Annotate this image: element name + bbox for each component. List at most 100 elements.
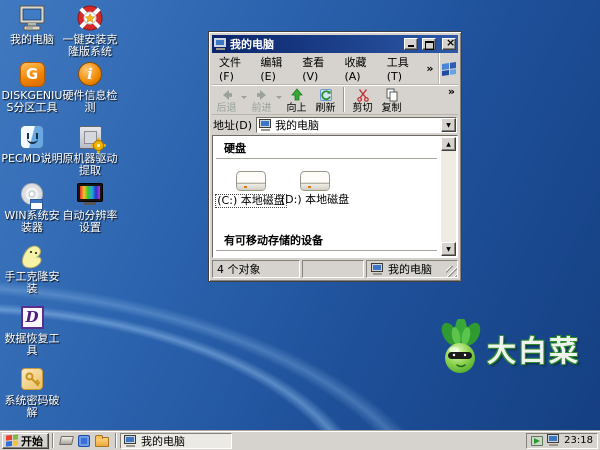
address-computer-icon bbox=[259, 119, 272, 131]
drive-label: (C:) 本地磁盘 bbox=[215, 194, 286, 208]
taskbar-clock: 23:18 bbox=[564, 435, 593, 446]
desktop-icon-label: WIN系统安装器 bbox=[0, 210, 64, 234]
refresh-icon bbox=[318, 87, 334, 103]
address-value: 我的电脑 bbox=[275, 117, 319, 133]
key-icon bbox=[21, 365, 43, 393]
menu-overflow-chevron[interactable]: » bbox=[421, 62, 438, 75]
back-arrow-icon bbox=[219, 87, 235, 103]
lifebuoy-icon bbox=[77, 4, 103, 32]
maximize-button[interactable] bbox=[422, 38, 436, 50]
desktop-background: 我的电脑 一键安装克隆版系统 DISKGENIUS分区工具 硬件信息检测 PEC… bbox=[0, 0, 600, 430]
desktop-icon-auto-resolution[interactable]: 自动分辨率设置 bbox=[58, 180, 122, 234]
menu-view[interactable]: 查看(V) bbox=[295, 53, 337, 84]
status-bar: 4 个对象 我的电脑 bbox=[212, 258, 458, 278]
desktop-icon-password-crack[interactable]: 系统密码破解 bbox=[0, 365, 64, 419]
diskgenius-icon bbox=[20, 60, 45, 88]
desktop-icon-onekey-install[interactable]: 一键安装克隆版系统 bbox=[58, 4, 122, 58]
ghost-icon bbox=[20, 241, 44, 269]
desktop-icon-pecmd-help[interactable]: PECMD说明 bbox=[0, 123, 64, 165]
group-header-removable: 有可移动存储的设备 bbox=[216, 228, 437, 251]
status-object-count: 4 个对象 bbox=[212, 260, 300, 278]
address-label: 地址(D) bbox=[213, 117, 252, 133]
cabbage-mascot-icon bbox=[438, 319, 484, 378]
start-button[interactable]: 开始 bbox=[2, 433, 49, 449]
taskbar-separator bbox=[52, 433, 54, 448]
menu-tools[interactable]: 工具(T) bbox=[380, 53, 422, 84]
address-combobox[interactable]: 我的电脑 bbox=[256, 117, 457, 133]
status-computer-icon bbox=[371, 263, 384, 275]
minimize-button[interactable] bbox=[404, 38, 418, 50]
desktop-icon-driver-extract[interactable]: 原机器驱动提取 bbox=[58, 123, 122, 177]
copy-button[interactable]: 复制 bbox=[377, 87, 406, 114]
hard-disk-row: (C:) 本地磁盘 (D:) 本地磁盘 bbox=[219, 171, 440, 208]
desktop-icon-label: DISKGENIUS分区工具 bbox=[0, 90, 64, 114]
toolbar-overflow-chevron[interactable]: » bbox=[448, 85, 455, 98]
task-label: 我的电脑 bbox=[141, 433, 185, 449]
address-dropdown-button[interactable] bbox=[441, 118, 456, 132]
forward-button[interactable]: 前进 bbox=[247, 87, 276, 114]
task-button-my-computer[interactable]: 我的电脑 bbox=[120, 433, 232, 449]
group-header-hard-disks: 硬盘 bbox=[216, 136, 437, 159]
start-flag-icon bbox=[6, 434, 18, 446]
cut-button[interactable]: 剪切 bbox=[348, 87, 377, 114]
tray-display-icon[interactable] bbox=[547, 434, 560, 446]
refresh-button[interactable]: 刷新 bbox=[311, 87, 340, 114]
start-label: 开始 bbox=[21, 433, 43, 449]
quick-launch-folder-icon[interactable] bbox=[95, 437, 109, 447]
resize-grip[interactable] bbox=[446, 266, 457, 277]
back-button[interactable]: 后退 bbox=[212, 87, 241, 114]
folder-content-view: 硬盘 (C:) 本地磁盘 (D:) 本地磁盘 有可移动存储的设备 (E:) CD… bbox=[212, 135, 458, 258]
desktop-icon-label: 一键安装克隆版系统 bbox=[58, 34, 122, 58]
drive-item-c[interactable]: (C:) 本地磁盘 bbox=[219, 171, 283, 208]
close-button[interactable] bbox=[442, 38, 456, 50]
cd-window-icon bbox=[21, 180, 43, 208]
quick-launch-app-icon[interactable] bbox=[78, 435, 90, 447]
dabaicai-brand-logo: 大白菜 bbox=[438, 319, 580, 378]
menu-bar: 文件(F) 编辑(E) 查看(V) 收藏(A) 工具(T) » bbox=[212, 53, 458, 85]
hard-drive-icon bbox=[300, 171, 330, 191]
info-icon bbox=[78, 60, 102, 88]
address-bar: 地址(D) 我的电脑 bbox=[212, 115, 458, 135]
quick-launch-bar bbox=[57, 435, 112, 447]
up-arrow-icon bbox=[289, 87, 305, 103]
drive-label: (D:) 本地磁盘 bbox=[281, 194, 349, 206]
status-middle-panel bbox=[302, 260, 364, 278]
toolbar: 后退 前进 向上 刷新 剪切 复制 bbox=[212, 85, 458, 115]
menu-favorites[interactable]: 收藏(A) bbox=[337, 53, 379, 84]
desktop-icon-label: 手工克隆安装 bbox=[0, 271, 64, 295]
desktop-icon-label: 系统密码破解 bbox=[0, 395, 64, 419]
vertical-scrollbar[interactable]: ▲ ▼ bbox=[441, 137, 456, 256]
my-computer-window: 我的电脑 文件(F) 编辑(E) 查看(V) 收藏(A) 工具(T) » 后退 bbox=[208, 31, 462, 282]
brand-text: 大白菜 bbox=[487, 328, 580, 370]
monitor-rainbow-icon bbox=[77, 180, 103, 208]
chip-gear-icon bbox=[79, 123, 102, 151]
window-title: 我的电脑 bbox=[230, 36, 400, 52]
desktop-icon-diskgenius[interactable]: DISKGENIUS分区工具 bbox=[0, 60, 64, 114]
letter-d-icon bbox=[21, 303, 44, 331]
window-titlebar[interactable]: 我的电脑 bbox=[212, 35, 458, 53]
desktop-icon-label: 数据恢复工具 bbox=[0, 333, 64, 357]
drive-item-d[interactable]: (D:) 本地磁盘 bbox=[283, 171, 347, 208]
menu-file[interactable]: 文件(F) bbox=[212, 53, 253, 84]
my-computer-icon bbox=[18, 4, 46, 32]
face-icon bbox=[20, 123, 44, 151]
windows-flag-logo bbox=[438, 53, 458, 84]
desktop-icon-my-computer[interactable]: 我的电脑 bbox=[0, 4, 64, 46]
show-desktop-icon[interactable] bbox=[59, 436, 74, 445]
scissors-icon bbox=[355, 87, 371, 103]
desktop-icon-label: PECMD说明 bbox=[1, 153, 62, 165]
tray-network-icon[interactable] bbox=[531, 436, 543, 446]
task-computer-icon bbox=[124, 435, 137, 447]
desktop-icon-label: 我的电脑 bbox=[10, 34, 54, 46]
desktop-icon-manual-ghost[interactable]: 手工克隆安装 bbox=[0, 241, 64, 295]
desktop-icon-win-installer[interactable]: WIN系统安装器 bbox=[0, 180, 64, 234]
status-location-panel: 我的电脑 bbox=[366, 260, 458, 278]
menu-edit[interactable]: 编辑(E) bbox=[253, 53, 295, 84]
desktop-icon-hardware-info[interactable]: 硬件信息检测 bbox=[58, 60, 122, 114]
scroll-down-button[interactable]: ▼ bbox=[441, 242, 456, 256]
desktop-icon-data-recovery[interactable]: 数据恢复工具 bbox=[0, 303, 64, 357]
scroll-up-button[interactable]: ▲ bbox=[441, 137, 456, 151]
desktop-icon-label: 原机器驱动提取 bbox=[58, 153, 122, 177]
up-button[interactable]: 向上 bbox=[282, 87, 311, 114]
desktop-icon-label: 硬件信息检测 bbox=[58, 90, 122, 114]
